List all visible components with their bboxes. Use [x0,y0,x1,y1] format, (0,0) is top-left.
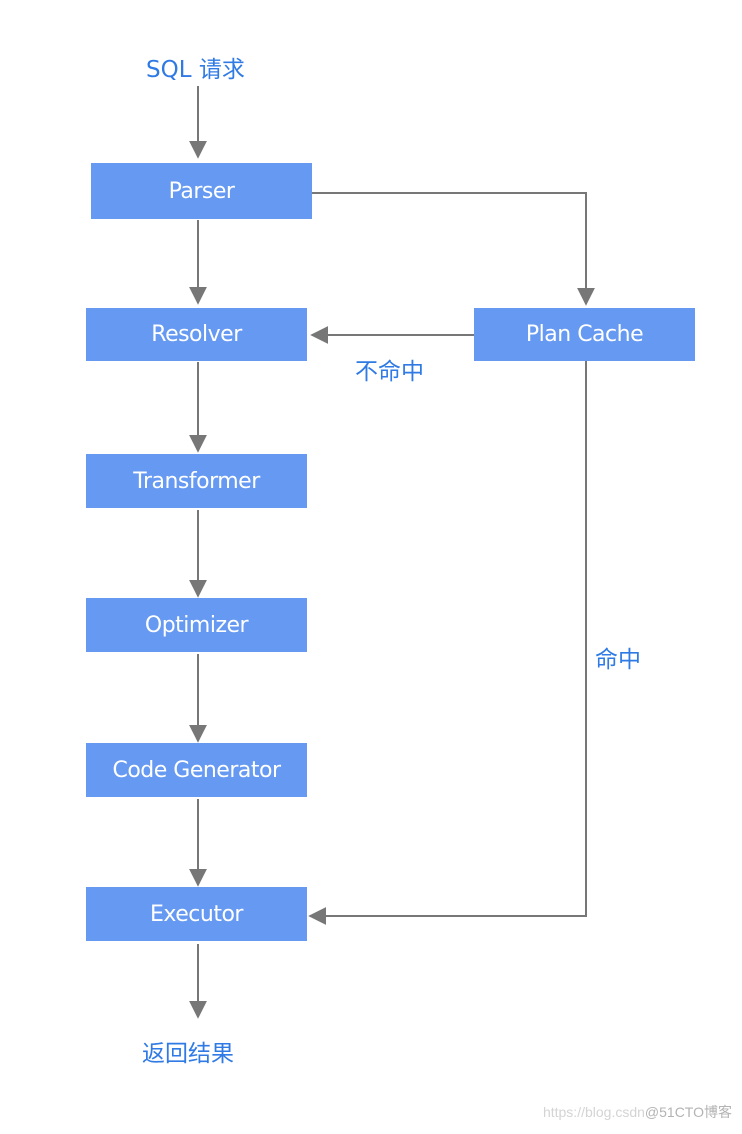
end-label: 返回结果 [142,1041,234,1067]
edge-parser-plan-cache [312,192,595,306]
watermark-brand: @51CTO博客 [644,1104,732,1120]
watermark-url: https://blog.csdn [542,1104,645,1120]
node-parser: Parser [91,163,312,219]
node-code-generator: Code Generator [86,743,307,797]
node-resolver: Resolver [86,308,307,361]
node-transformer: Transformer [86,454,307,508]
node-optimizer: Optimizer [86,598,307,652]
node-plan-cache: Plan Cache [474,308,695,361]
edge-label-hit: 命中 [595,647,641,673]
node-executor: Executor [86,887,307,941]
edge-label-miss: 不命中 [355,359,424,385]
start-label: SQL 请求 [146,57,245,83]
watermark: https://blog.csdn@51CTO博客 [543,1102,732,1122]
edge-plan-cache-executor [308,361,587,925]
